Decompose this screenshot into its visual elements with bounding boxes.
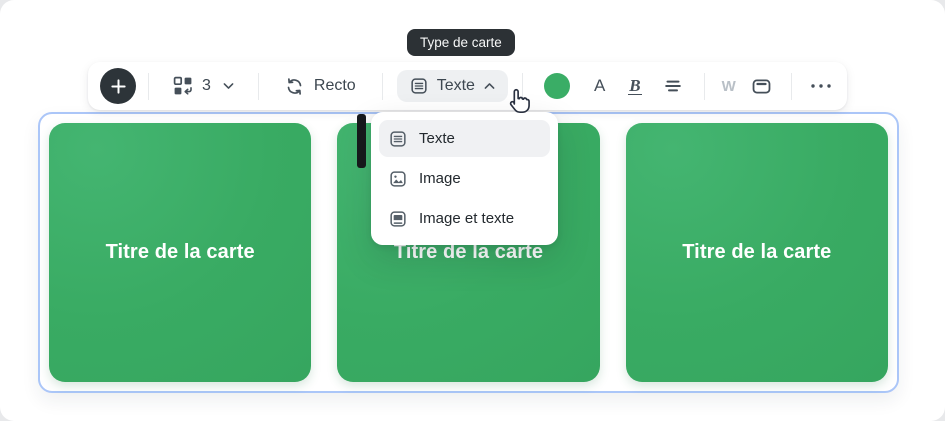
- editor-panel: 3 Recto Texte: [0, 0, 945, 421]
- ellipsis-icon: [809, 83, 833, 89]
- image-icon: [389, 170, 407, 188]
- card-3[interactable]: Titre de la carte: [626, 123, 888, 382]
- dark-caret-bar: [357, 114, 366, 168]
- width-button[interactable]: W: [722, 78, 736, 95]
- image-text-icon: [389, 210, 407, 228]
- color-circle-icon: [543, 72, 571, 100]
- card-side-button[interactable]: Recto: [259, 77, 382, 96]
- text-lines-icon: [410, 77, 428, 95]
- menu-item-label: Image et texte: [419, 210, 514, 227]
- refresh-icon: [285, 77, 304, 96]
- text-color-button[interactable]: A: [594, 76, 605, 96]
- align-center-icon: [663, 76, 683, 96]
- menu-item-label: Image: [419, 170, 461, 187]
- card-1[interactable]: Titre de la carte: [49, 123, 311, 382]
- card-title: Titre de la carte: [682, 241, 831, 264]
- menu-item-texte[interactable]: Texte: [379, 120, 550, 157]
- align-button[interactable]: [663, 76, 683, 96]
- toolbar-divider: [791, 73, 792, 100]
- card-color-swatch[interactable]: [543, 72, 571, 100]
- card-title: Titre de la carte: [106, 241, 255, 264]
- menu-item-image[interactable]: Image: [379, 160, 550, 197]
- toolbar-divider: [382, 73, 383, 100]
- menu-item-image-et-texte[interactable]: Image et texte: [379, 200, 550, 237]
- card-type-button[interactable]: Texte: [397, 70, 508, 102]
- frame-icon: [751, 76, 772, 97]
- menu-item-label: Texte: [419, 130, 455, 147]
- card-type-menu: Texte Image Image et texte: [371, 112, 558, 245]
- toolbar-divider: [704, 73, 705, 100]
- bold-button[interactable]: B: [628, 77, 641, 96]
- cards-per-row-value: 3: [202, 77, 211, 95]
- add-card-button[interactable]: [100, 68, 136, 104]
- card-type-label: Texte: [437, 77, 475, 95]
- card-toolbar: 3 Recto Texte: [88, 62, 847, 110]
- chevron-down-icon: [223, 82, 234, 90]
- toolbar-divider: [522, 73, 523, 100]
- more-options-button[interactable]: [809, 83, 833, 89]
- frame-button[interactable]: [751, 76, 772, 97]
- cards-per-row-button[interactable]: 3: [149, 76, 258, 96]
- card-type-tooltip: Type de carte: [407, 29, 515, 56]
- chevron-up-icon: [484, 82, 495, 90]
- text-lines-icon: [389, 130, 407, 148]
- card-side-label: Recto: [314, 77, 356, 95]
- plus-icon: [110, 78, 127, 95]
- grid-reorder-icon: [173, 76, 193, 96]
